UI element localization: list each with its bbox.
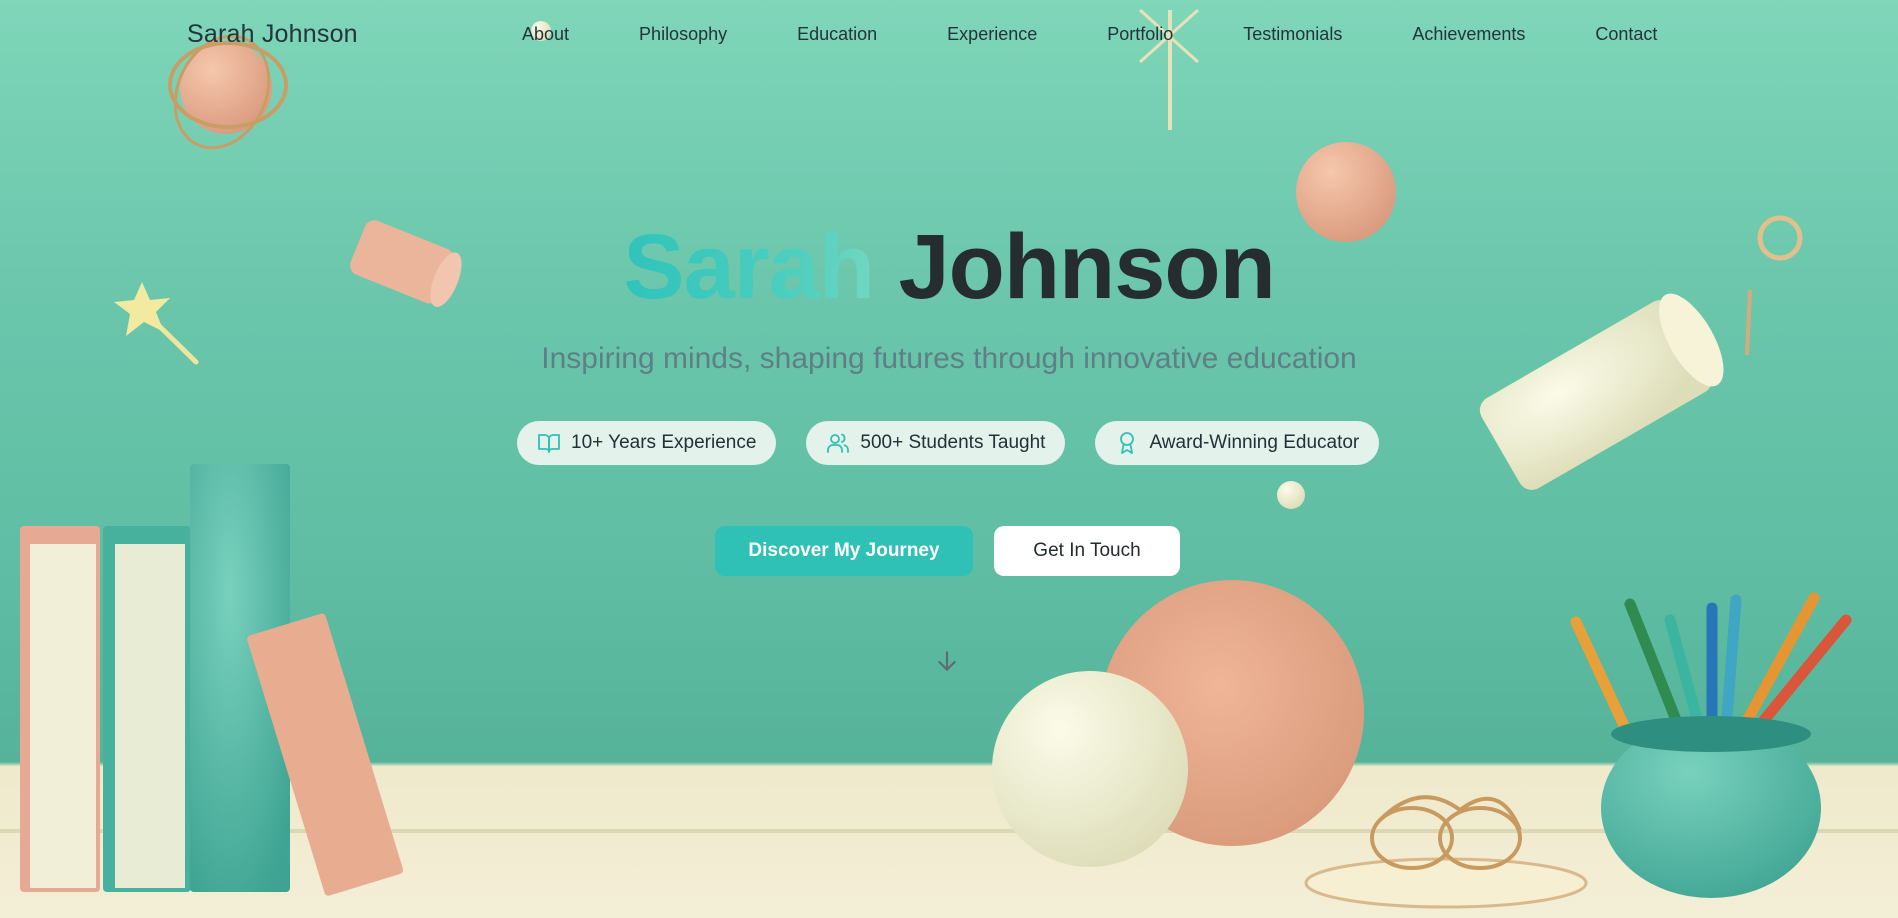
nav-link-philosophy[interactable]: Philosophy [639, 24, 727, 45]
users-icon [827, 433, 850, 453]
hero-first-name: Sarah [623, 216, 875, 318]
get-in-touch-button[interactable]: Get In Touch [994, 526, 1180, 576]
highlight-badges: 10+ Years Experience 500+ Students Taugh… [517, 421, 1380, 465]
books-decoration [20, 464, 404, 896]
nav-link-contact[interactable]: Contact [1595, 24, 1657, 45]
badge-label: 500+ Students Taught [860, 432, 1046, 453]
badge-label: Award-Winning Educator [1149, 432, 1360, 453]
disc-and-sphere-decoration [992, 580, 1588, 909]
nav-link-about[interactable]: About [522, 24, 569, 45]
badge-students: 500+ Students Taught [806, 421, 1066, 465]
nav-links: About Philosophy Education Experience Po… [522, 24, 1657, 45]
nav-link-testimonials[interactable]: Testimonials [1243, 24, 1342, 45]
hero-cta-group: Discover My Journey Get In Touch [715, 526, 1180, 576]
pencil-cup-decoration [1570, 592, 1852, 898]
hero-last-name: Johnson [898, 216, 1275, 318]
top-navigation: Sarah Johnson About Philosophy Education… [0, 0, 1898, 74]
arrow-down-icon[interactable] [934, 648, 960, 674]
hero-title: Sarah Johnson [0, 215, 1898, 320]
nav-link-education[interactable]: Education [797, 24, 877, 45]
badge-label: 10+ Years Experience [571, 432, 757, 453]
nav-link-experience[interactable]: Experience [947, 24, 1037, 45]
hero-subtitle: Inspiring minds, shaping futures through… [541, 342, 1357, 375]
badge-experience: 10+ Years Experience [517, 421, 777, 465]
nav-link-portfolio[interactable]: Portfolio [1107, 24, 1173, 45]
award-icon [1120, 432, 1135, 454]
discover-journey-button[interactable]: Discover My Journey [715, 526, 973, 576]
open-book-icon [538, 434, 560, 453]
badge-award: Award-Winning Educator [1095, 421, 1380, 465]
small-ball-decoration [1277, 481, 1305, 509]
nav-link-achievements[interactable]: Achievements [1412, 24, 1525, 45]
site-logo[interactable]: Sarah Johnson [187, 20, 358, 49]
